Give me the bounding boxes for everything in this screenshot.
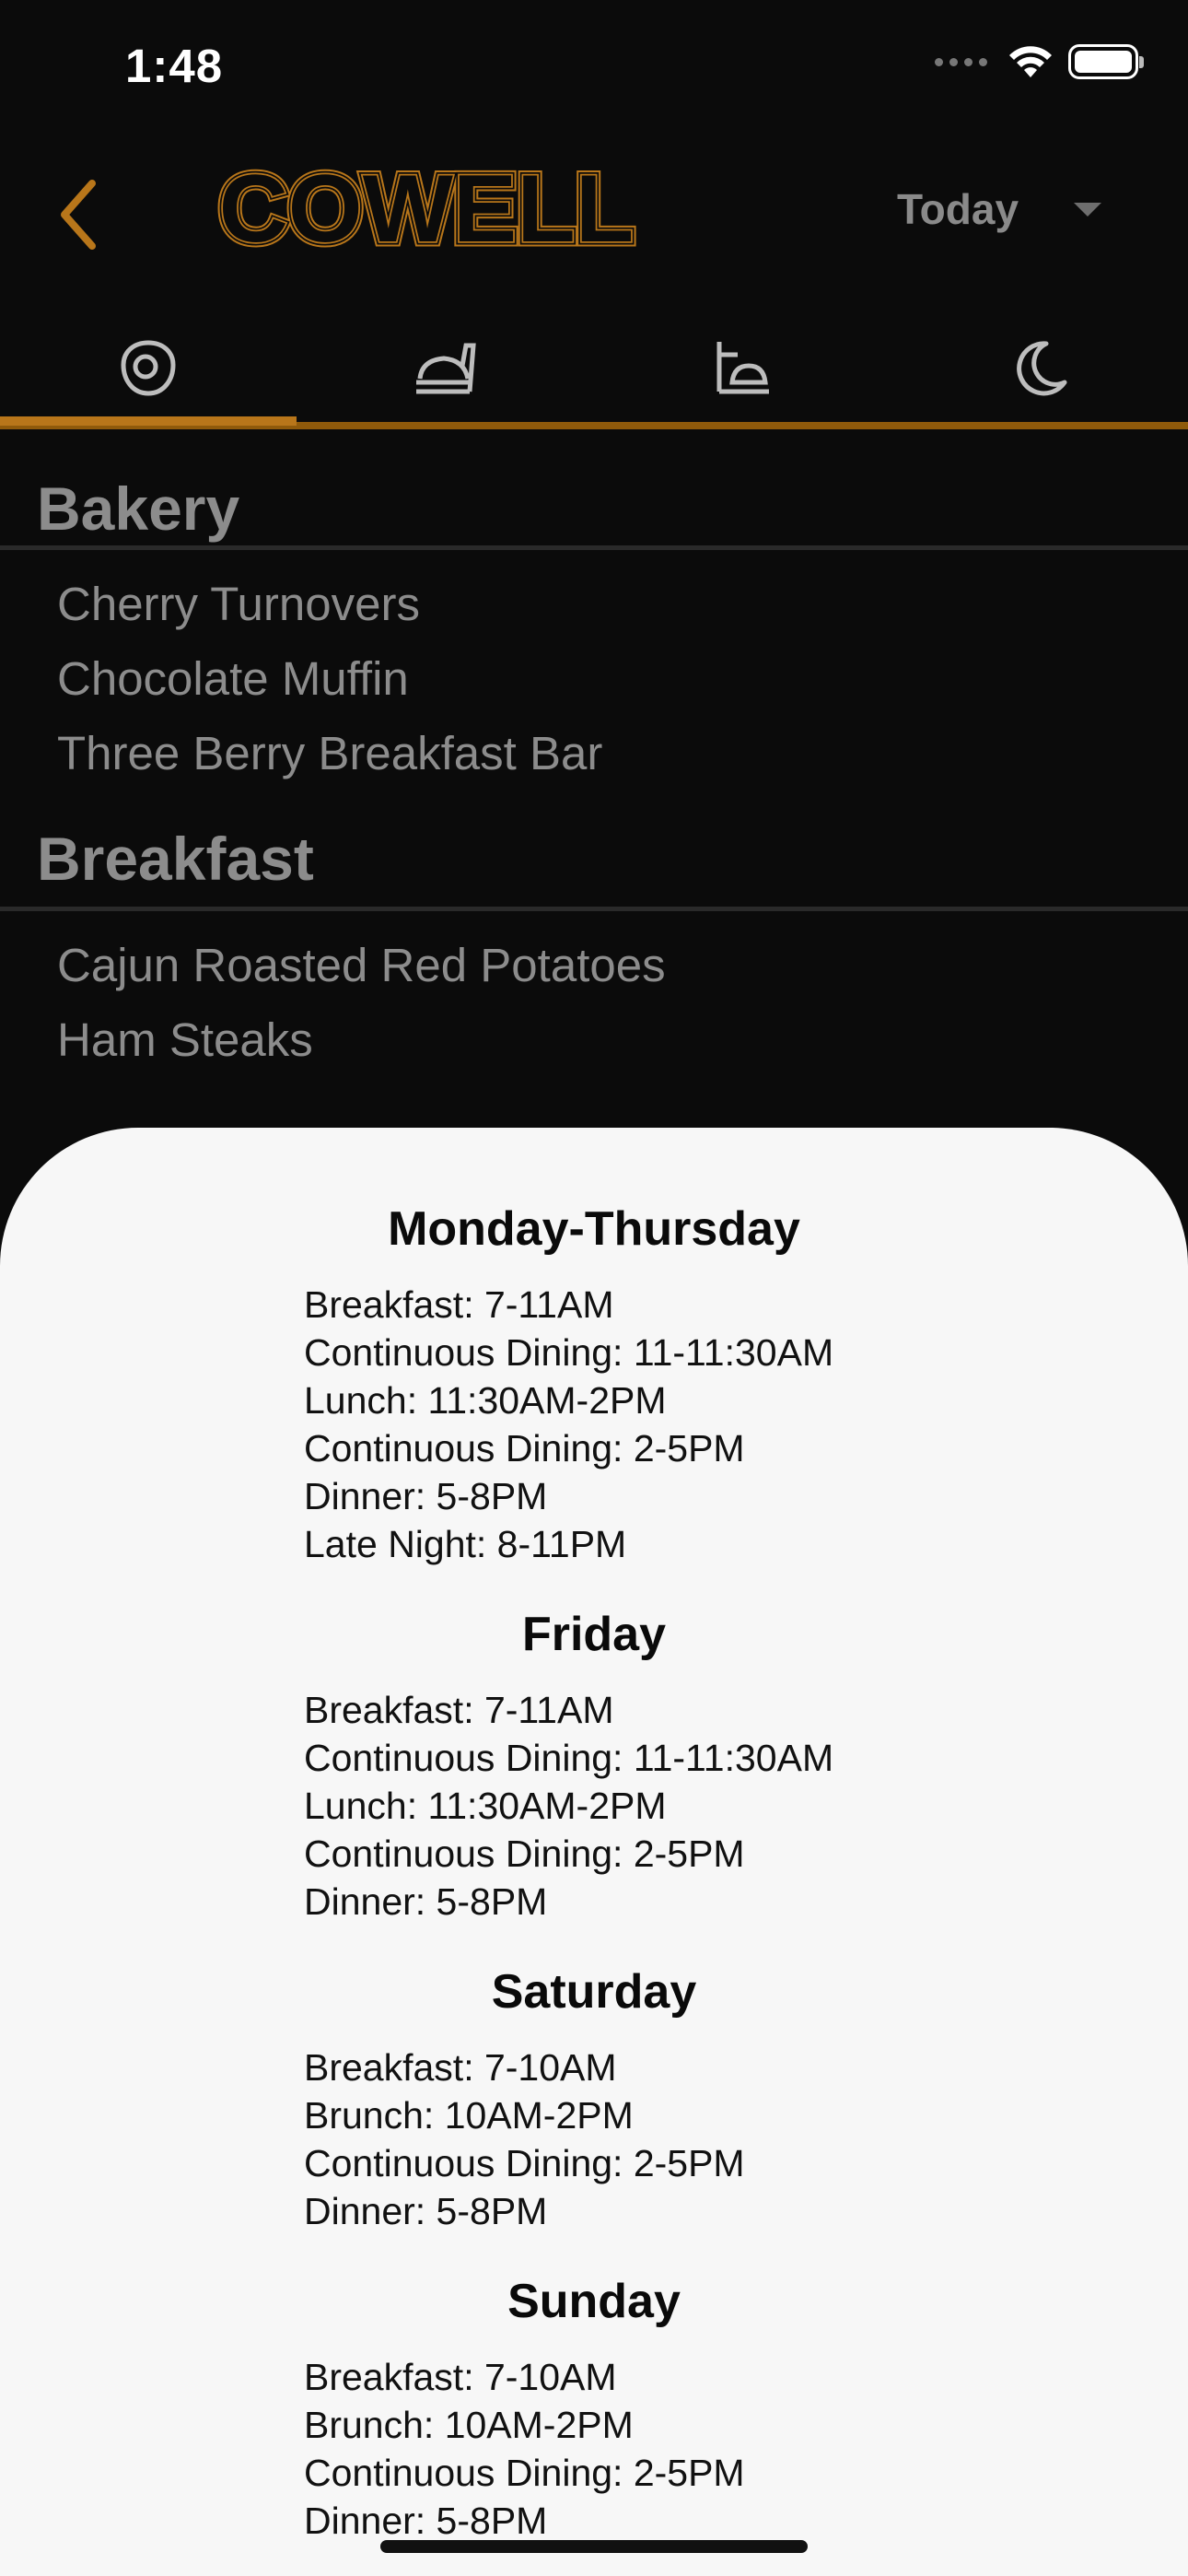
hours-line: Brunch: 10AM-2PM (304, 2404, 634, 2446)
battery-icon (1068, 44, 1144, 79)
hours-day-title: Monday-Thursday (388, 1202, 800, 1256)
wifi-icon (1009, 46, 1052, 77)
menu-item[interactable]: Ham Steaks (0, 1002, 1188, 1077)
menu-item[interactable]: Chocolate Muffin (0, 641, 1188, 716)
tab-late-night[interactable] (891, 313, 1188, 424)
hours-day-title: Saturday (491, 1965, 697, 2019)
hours-line: Continuous Dining: 11-11:30AM (304, 1331, 834, 1374)
tab-lunch[interactable] (297, 313, 595, 424)
hours-line: Continuous Dining: 11-11:30AM (304, 1737, 834, 1779)
hours-line: Dinner: 5-8PM (304, 1475, 548, 1517)
hours-line: Dinner: 5-8PM (304, 2500, 548, 2542)
day-selector[interactable]: Today (897, 184, 1102, 234)
category-section: Bakery Cherry Turnovers Chocolate Muffin… (0, 429, 1188, 790)
meal-tabs (0, 313, 1188, 424)
late-night-moon-icon (1016, 341, 1067, 396)
hours-day-block: Saturday Breakfast: 7-10AM Brunch: 10AM-… (0, 1926, 1188, 2235)
svg-text:COWELL: COWELL (219, 164, 635, 256)
hours-line: Lunch: 11:30AM-2PM (304, 1785, 667, 1827)
back-button[interactable] (46, 173, 111, 256)
hours-day-title: Friday (521, 1608, 667, 1661)
hours-line: Breakfast: 7-11AM (304, 1689, 614, 1731)
lunch-tray-icon (415, 343, 476, 394)
hours-day-block: Monday-Thursday Breakfast: 7-11AM Contin… (0, 1128, 1188, 1568)
day-selector-label: Today (897, 185, 1019, 233)
chevron-down-icon (1074, 202, 1102, 217)
hours-line: Dinner: 5-8PM (304, 1880, 548, 1923)
active-tab-indicator (0, 416, 297, 426)
hours-line: Continuous Dining: 2-5PM (304, 1427, 745, 1469)
category-title: Breakfast (37, 825, 314, 893)
cellular-signal-icon (935, 57, 987, 66)
hours-day-block: Sunday Breakfast: 7-10AM Brunch: 10AM-2P… (0, 2235, 1188, 2545)
menu-item[interactable]: Cajun Roasted Red Potatoes (0, 928, 1188, 1002)
hours-day-title: Sunday (507, 2275, 681, 2328)
tab-breakfast[interactable] (0, 313, 297, 424)
hours-line: Late Night: 8-11PM (304, 1523, 627, 1565)
status-icons (935, 44, 1144, 79)
dining-hours-sheet[interactable]: Monday-Thursday Breakfast: 7-11AM Contin… (0, 1128, 1188, 2576)
hours-line: Breakfast: 7-11AM (304, 1283, 614, 1326)
dinner-plate-icon (716, 342, 770, 394)
home-indicator[interactable] (380, 2540, 808, 2553)
category-title: Bakery (37, 474, 240, 543)
hours-line: Breakfast: 7-10AM (304, 2046, 617, 2089)
hours-line: Continuous Dining: 2-5PM (304, 2452, 745, 2494)
status-time: 1:48 (125, 40, 224, 92)
menu-item[interactable]: Three Berry Breakfast Bar (0, 716, 1188, 790)
hours-line: Continuous Dining: 2-5PM (304, 2142, 745, 2184)
cowell-logo: COWELL COWELL COWELL COWELL (214, 164, 639, 256)
menu-item[interactable]: Cherry Turnovers (0, 567, 1188, 641)
chevron-left-icon (61, 180, 96, 250)
hours-line: Lunch: 11:30AM-2PM (304, 1379, 667, 1422)
menu-list: Bakery Cherry Turnovers Chocolate Muffin… (0, 429, 1188, 1077)
hours-line: Dinner: 5-8PM (304, 2190, 548, 2232)
tab-dinner[interactable] (594, 313, 891, 424)
hours-line: Brunch: 10AM-2PM (304, 2094, 634, 2137)
hours-line: Breakfast: 7-10AM (304, 2356, 617, 2398)
breakfast-egg-icon (121, 340, 176, 396)
hours-day-block: Friday Breakfast: 7-11AM Continuous Dini… (0, 1568, 1188, 1926)
category-section: Breakfast Cajun Roasted Red Potatoes Ham… (0, 790, 1188, 1077)
hours-line: Continuous Dining: 2-5PM (304, 1832, 745, 1875)
